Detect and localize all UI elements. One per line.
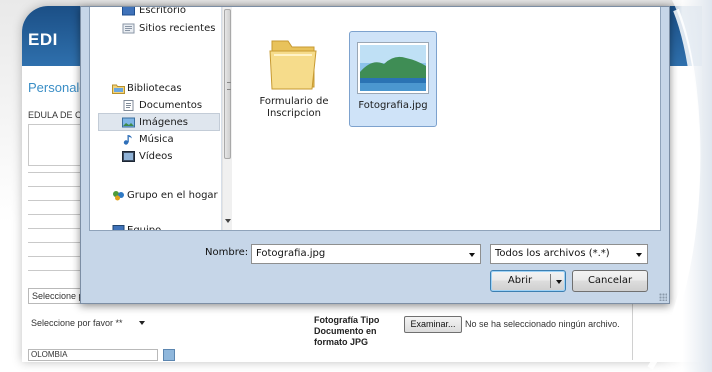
nav-item-imagenes[interactable]: Imágenes xyxy=(98,113,220,131)
no-file-selected-text: No se ha seleccionado ningún archivo. xyxy=(465,319,620,329)
nav-item-label: Equipo xyxy=(127,222,161,230)
open-button-label: Abrir xyxy=(507,275,533,286)
dialog-content-area: Escritorio Sitios recientes Bibliotecas … xyxy=(89,7,661,231)
file-name-label: Formulario de Inscripcion xyxy=(259,96,329,119)
photo-field-label: Fotografía Tipo Documento en formato JPG xyxy=(314,315,380,347)
filetype-select[interactable]: Todos los archivos (*.*) xyxy=(490,244,648,264)
nav-item-videos[interactable]: Vídeos xyxy=(90,148,218,166)
open-button[interactable]: Abrir xyxy=(490,270,566,292)
chevron-down-icon[interactable] xyxy=(636,253,642,257)
nav-item-label: Imágenes xyxy=(139,117,189,128)
nav-item-label: Vídeos xyxy=(139,151,173,162)
documents-icon xyxy=(123,100,134,111)
chevron-down-icon[interactable] xyxy=(556,280,562,284)
file-item-image[interactable]: Fotografia.jpg xyxy=(349,31,437,127)
nav-item-label: Escritorio xyxy=(139,7,186,16)
nav-item-bibliotecas[interactable]: Bibliotecas xyxy=(90,80,218,98)
cancel-button[interactable]: Cancelar xyxy=(572,270,648,292)
homegroup-icon xyxy=(113,191,124,201)
image-thumbnail-icon xyxy=(357,42,429,94)
nav-item-label: Bibliotecas xyxy=(127,83,182,94)
country-picker-icon[interactable] xyxy=(163,349,175,361)
grip-icon xyxy=(227,82,231,90)
chevron-down-icon[interactable] xyxy=(469,253,475,257)
select-field-2-value: Seleccione por favor ** xyxy=(31,318,123,328)
browse-button[interactable]: Examinar... xyxy=(404,316,462,333)
folder-icon xyxy=(269,40,317,90)
scrollbar-thumb[interactable] xyxy=(224,9,231,159)
nav-item-equipo[interactable]: Equipo xyxy=(90,222,218,230)
nav-item-label: Grupo en el hogar xyxy=(127,190,218,201)
filename-label: Nombre: xyxy=(205,247,249,258)
desktop-icon xyxy=(122,7,135,16)
computer-icon xyxy=(112,225,125,230)
filename-value: Fotografia.jpg xyxy=(256,248,326,259)
file-name-label: Fotografia.jpg xyxy=(358,100,428,111)
filename-input[interactable]: Fotografia.jpg xyxy=(251,244,481,264)
videos-icon xyxy=(122,151,135,162)
recent-places-icon xyxy=(122,23,135,34)
nav-item-label: Sitios recientes xyxy=(139,23,216,34)
scroll-down-arrow-icon[interactable] xyxy=(225,219,231,223)
nav-item-escritorio[interactable]: Escritorio xyxy=(90,7,218,20)
page-header-text: EDI xyxy=(28,30,58,49)
split-divider xyxy=(550,274,551,288)
nav-item-label: Música xyxy=(139,134,174,145)
select-field-2[interactable]: Seleccione por favor ** xyxy=(28,316,148,332)
libraries-icon xyxy=(112,84,125,94)
file-item-folder[interactable]: Formulario de Inscripcion xyxy=(250,31,338,127)
navigation-pane: Escritorio Sitios recientes Bibliotecas … xyxy=(90,7,222,230)
country-value: OLOMBIA xyxy=(31,350,68,359)
nav-item-sitios-recientes[interactable]: Sitios recientes xyxy=(90,20,218,38)
nav-item-musica[interactable]: Música xyxy=(90,131,218,149)
pictures-icon xyxy=(122,117,135,128)
nav-item-grupo-hogar[interactable]: Grupo en el hogar xyxy=(90,187,218,205)
screen: EDI Personales EDULA DE CIU Seleccione p… xyxy=(0,0,712,372)
filetype-value: Todos los archivos (*.*) xyxy=(495,248,610,259)
resize-grip-icon[interactable] xyxy=(659,293,667,301)
nav-pane-scrollbar[interactable] xyxy=(222,7,232,230)
music-icon xyxy=(123,135,132,145)
country-field[interactable]: OLOMBIA xyxy=(28,349,158,361)
chevron-down-icon xyxy=(139,321,145,325)
file-open-dialog: Escritorio Sitios recientes Bibliotecas … xyxy=(80,6,670,304)
